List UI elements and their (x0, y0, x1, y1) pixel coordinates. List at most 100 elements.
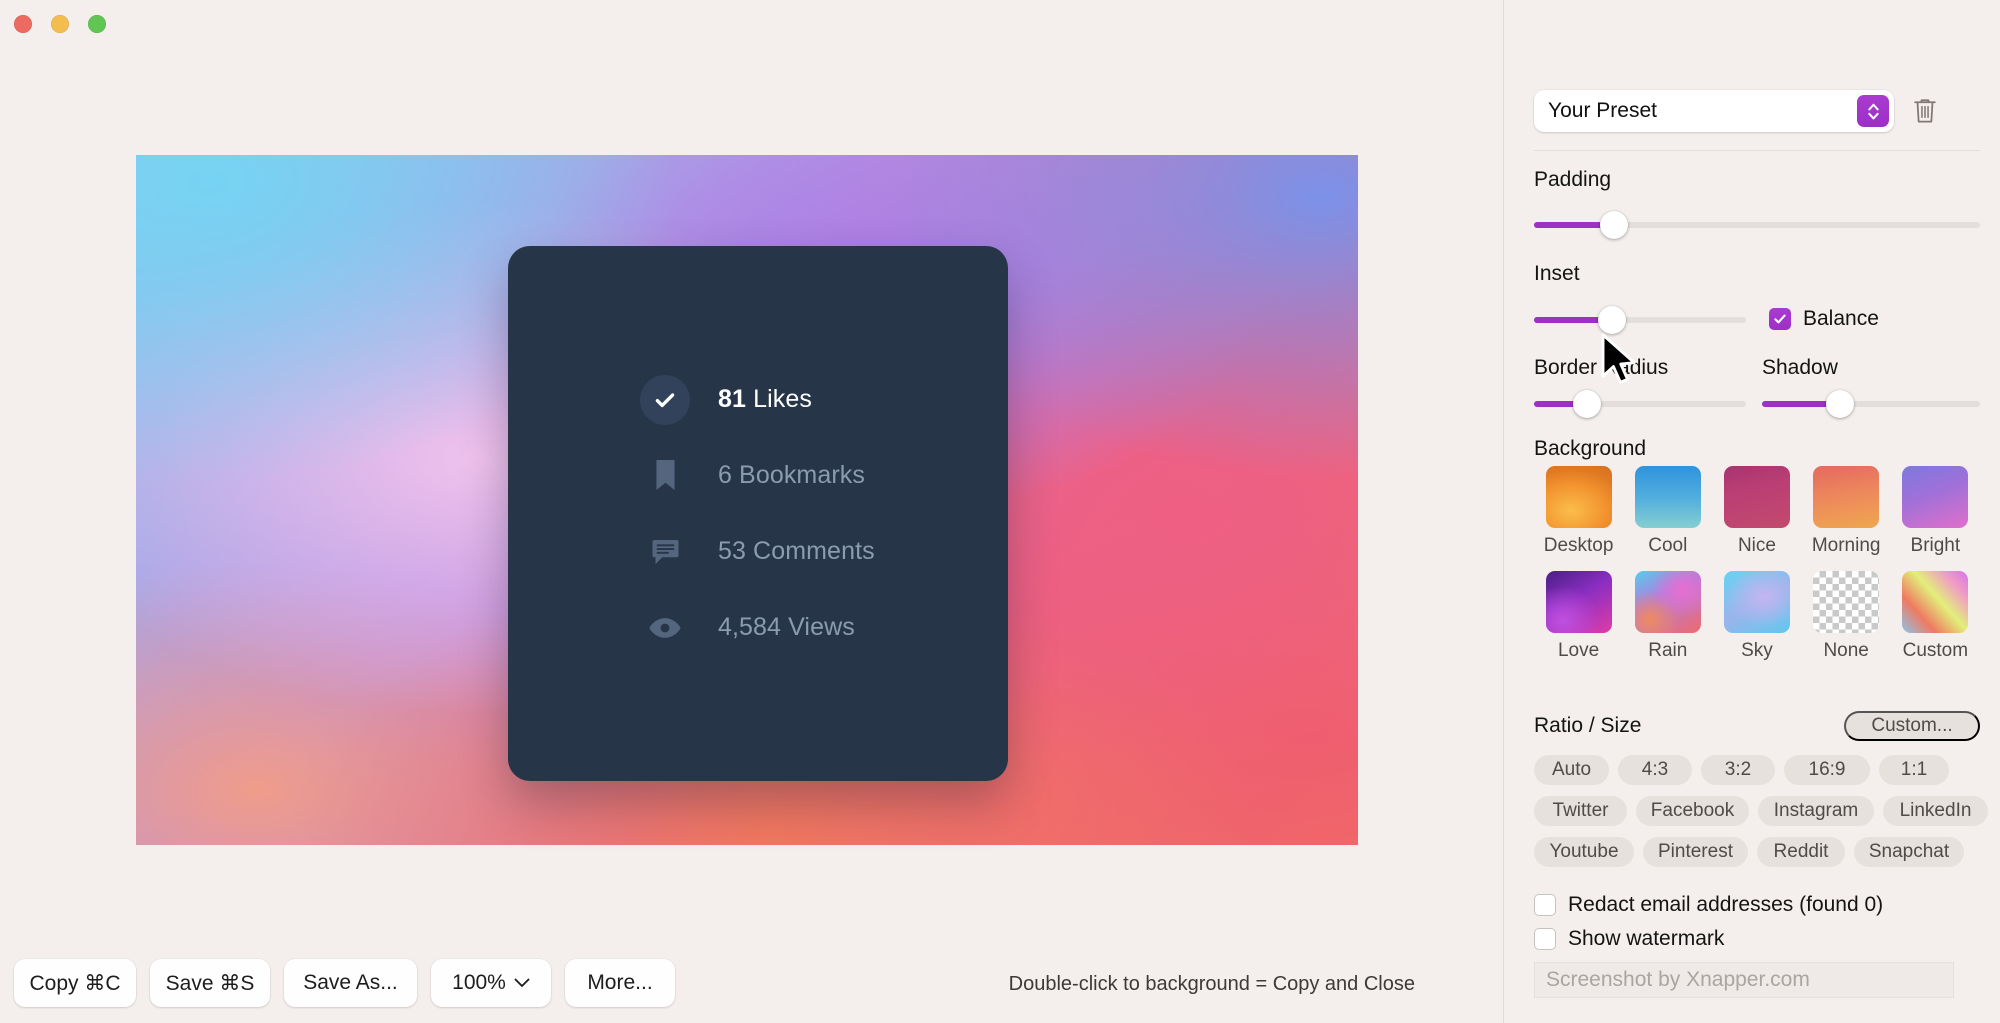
background-option-rain[interactable]: Rain (1623, 571, 1712, 662)
preview-image[interactable]: 81 Likes 6 Bookmarks 53 Comments 4,584 V… (136, 155, 1358, 845)
background-name-desktop: Desktop (1543, 535, 1614, 556)
stat-label-likes: 81 Likes (718, 385, 812, 413)
ratio-pill-facebook[interactable]: Facebook (1636, 796, 1749, 826)
background-thumb-bright (1902, 466, 1969, 528)
stat-row-bookmarks: 6 Bookmarks (640, 438, 1008, 514)
ratio-row-1: Auto 4:3 3:2 16:9 1:1 (1534, 755, 1949, 785)
background-option-custom[interactable]: Custom (1891, 571, 1980, 662)
ratio-row-3: Youtube Pinterest Reddit Snapchat (1534, 837, 1964, 867)
border-radius-slider[interactable] (1534, 390, 1746, 418)
background-option-none[interactable]: None (1802, 571, 1891, 662)
watermark-placeholder: Screenshot by Xnapper.com (1546, 968, 1810, 991)
ratio-pill-auto[interactable]: Auto (1534, 755, 1609, 785)
ratio-pill-16-9[interactable]: 16:9 (1784, 755, 1870, 785)
background-option-nice[interactable]: Nice (1712, 466, 1801, 557)
padding-label: Padding (1534, 168, 1612, 191)
chevron-down-icon (514, 978, 530, 987)
background-option-desktop[interactable]: Desktop (1534, 466, 1623, 557)
balance-label: Balance (1803, 307, 1879, 330)
ratio-custom-button[interactable]: Custom... (1844, 711, 1980, 741)
ratio-pill-3-2[interactable]: 3:2 (1701, 755, 1775, 785)
check-circle-icon (640, 374, 690, 425)
stat-row-comments: 53 Comments (640, 514, 1008, 590)
background-thumb-custom (1902, 571, 1969, 633)
background-grid: Desktop Cool Nice Morning Bright Love Ra… (1534, 466, 1980, 662)
show-watermark-checkbox[interactable] (1534, 928, 1556, 950)
balance-row[interactable]: Balance (1769, 307, 1879, 331)
stat-label-bookmarks: 6 Bookmarks (718, 461, 865, 489)
ratio-pill-twitter[interactable]: Twitter (1534, 796, 1627, 826)
background-thumb-sky (1723, 571, 1790, 633)
bottom-toolbar: Copy ⌘C Save ⌘S Save As... 100% More... … (0, 943, 1503, 1023)
background-name-none: None (1823, 640, 1869, 661)
save-as-button[interactable]: Save As... (284, 959, 417, 1007)
redact-email-row[interactable]: Redact email addresses (found 0) (1534, 893, 1883, 917)
ratio-row-2: Twitter Facebook Instagram LinkedIn (1534, 796, 1988, 826)
ratio-pill-linkedin[interactable]: LinkedIn (1883, 796, 1988, 826)
ratio-pill-reddit[interactable]: Reddit (1757, 837, 1845, 867)
background-option-bright[interactable]: Bright (1891, 466, 1980, 557)
redact-email-checkbox[interactable] (1534, 894, 1556, 916)
close-button[interactable] (14, 15, 32, 33)
background-thumb-love (1545, 571, 1612, 633)
toolbar-hint: Double-click to background = Copy and Cl… (1008, 973, 1415, 995)
inset-label: Inset (1534, 262, 1580, 285)
window-controls (14, 15, 106, 33)
background-option-sky[interactable]: Sky (1712, 571, 1801, 662)
delete-preset-button[interactable] (1908, 93, 1942, 129)
copy-button[interactable]: Copy ⌘C (14, 959, 136, 1007)
more-button[interactable]: More... (565, 959, 675, 1007)
border-radius-label: Border Radius (1534, 356, 1669, 379)
inset-slider[interactable] (1534, 306, 1746, 334)
settings-sidebar: Your Preset Padding Inset Balance Border… (1503, 0, 2000, 1023)
shadow-slider-thumb[interactable] (1826, 390, 1855, 418)
background-option-cool[interactable]: Cool (1623, 466, 1712, 557)
ratio-pill-youtube[interactable]: Youtube (1534, 837, 1634, 867)
background-thumb-rain (1634, 571, 1701, 633)
eye-icon (640, 603, 690, 653)
balance-checkbox[interactable] (1769, 308, 1791, 330)
background-thumb-nice (1723, 466, 1790, 528)
background-name-morning: Morning (1811, 535, 1881, 556)
redact-email-label: Redact email addresses (found 0) (1568, 893, 1884, 916)
inset-slider-thumb[interactable] (1598, 306, 1627, 334)
background-option-love[interactable]: Love (1534, 571, 1623, 662)
padding-slider[interactable] (1534, 211, 1980, 239)
background-label: Background (1534, 437, 1647, 460)
zoom-dropdown[interactable]: 100% (431, 959, 551, 1007)
ratio-pill-snapchat[interactable]: Snapchat (1854, 837, 1964, 867)
background-thumb-morning (1813, 466, 1880, 528)
ratio-pill-instagram[interactable]: Instagram (1758, 796, 1874, 826)
show-watermark-label: Show watermark (1568, 927, 1725, 950)
stats-card: 81 Likes 6 Bookmarks 53 Comments 4,584 V… (508, 246, 1008, 781)
minimize-button[interactable] (51, 15, 69, 33)
show-watermark-row[interactable]: Show watermark (1534, 927, 1724, 951)
stat-row-views: 4,584 Views (640, 590, 1008, 666)
comment-icon (640, 527, 690, 577)
shadow-slider[interactable] (1762, 390, 1980, 418)
background-name-cool: Cool (1648, 535, 1688, 556)
preview-canvas[interactable]: 81 Likes 6 Bookmarks 53 Comments 4,584 V… (0, 48, 1503, 978)
ratio-pill-1-1[interactable]: 1:1 (1879, 755, 1949, 785)
app-window: 81 Likes 6 Bookmarks 53 Comments 4,584 V… (0, 0, 2000, 1023)
trash-icon (1914, 98, 1936, 122)
stat-label-comments: 53 Comments (718, 537, 875, 565)
background-name-rain: Rain (1648, 640, 1688, 661)
padding-slider-thumb[interactable] (1600, 211, 1629, 239)
background-name-sky: Sky (1741, 640, 1773, 661)
preset-row: Your Preset (1534, 90, 1942, 132)
save-button[interactable]: Save ⌘S (150, 959, 270, 1007)
watermark-input[interactable]: Screenshot by Xnapper.com (1534, 962, 1954, 998)
background-name-custom: Custom (1902, 640, 1969, 661)
background-thumb-cool (1634, 466, 1701, 528)
background-option-morning[interactable]: Morning (1802, 466, 1891, 557)
maximize-button[interactable] (88, 15, 106, 33)
ratio-pill-4-3[interactable]: 4:3 (1618, 755, 1692, 785)
shadow-label: Shadow (1762, 356, 1838, 379)
chevron-up-down-icon[interactable] (1857, 95, 1889, 127)
preset-select[interactable]: Your Preset (1534, 90, 1894, 132)
zoom-level-label: 100% (452, 971, 506, 994)
ratio-pill-pinterest[interactable]: Pinterest (1643, 837, 1748, 867)
background-thumb-desktop (1545, 466, 1612, 528)
border-radius-slider-thumb[interactable] (1573, 390, 1601, 418)
